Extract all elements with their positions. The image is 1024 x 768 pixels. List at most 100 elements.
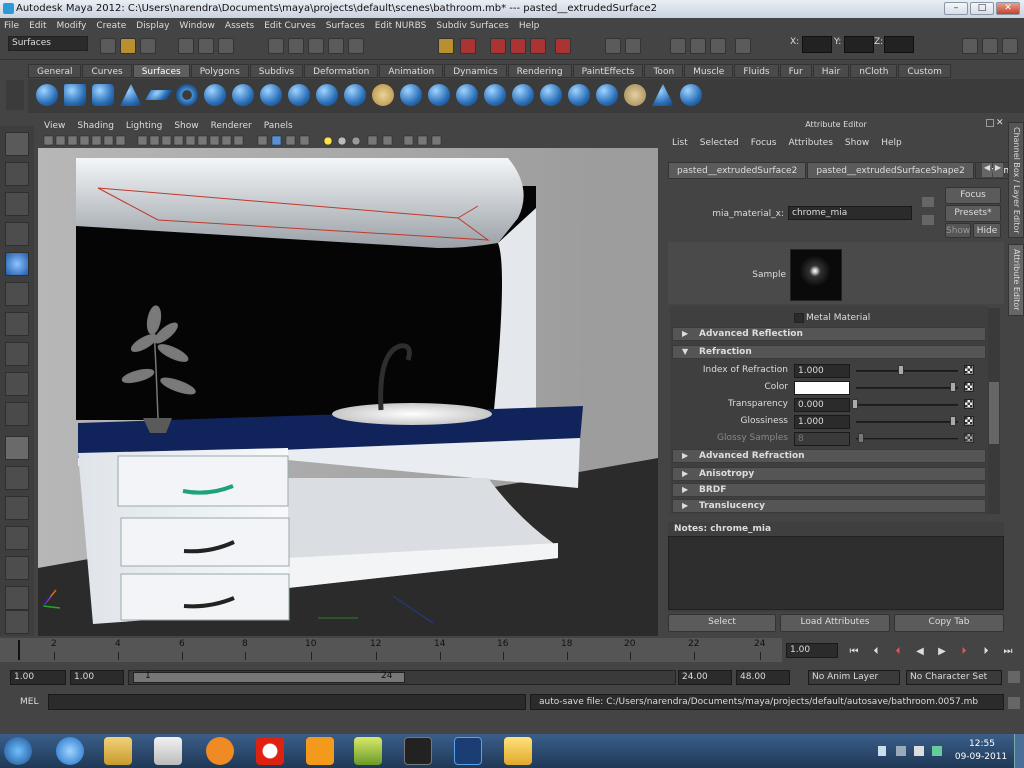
close-button[interactable]: ✕ <box>996 2 1020 15</box>
birail-icon[interactable] <box>344 84 366 106</box>
square-icon[interactable] <box>428 84 450 106</box>
opera-icon[interactable] <box>256 737 284 765</box>
minimize-button[interactable]: – <box>944 2 968 15</box>
shelf-tab-polygons[interactable]: Polygons <box>190 64 249 78</box>
ae-menu-attributes[interactable]: Attributes <box>788 138 832 148</box>
glossy-samples-field[interactable]: 8 <box>794 432 850 446</box>
start-time-field[interactable]: 1.00 <box>10 670 66 685</box>
step-forward-frame-icon[interactable]: ⏵ <box>956 644 972 660</box>
select-component-icon[interactable] <box>218 38 234 54</box>
snap-curve-icon[interactable] <box>288 38 304 54</box>
nurbs-sphere-icon[interactable] <box>36 84 58 106</box>
start-button-icon[interactable] <box>4 737 32 765</box>
glossy-samples-slider-handle[interactable] <box>858 433 864 443</box>
step-back-frame-icon[interactable]: ⏴ <box>890 644 906 660</box>
presets-button[interactable]: Presets* <box>945 205 1001 222</box>
snap-live-icon[interactable] <box>348 38 364 54</box>
lasso-tool-icon[interactable] <box>5 162 29 186</box>
attach-surfaces-icon[interactable] <box>568 84 590 106</box>
anim-layer-dropdown[interactable]: No Anim Layer <box>808 670 900 685</box>
extrude-icon[interactable] <box>316 84 338 106</box>
select-tool-icon[interactable] <box>5 132 29 156</box>
planar-icon[interactable] <box>288 84 310 106</box>
clock-time[interactable]: 12:55 <box>958 739 1006 749</box>
perspective-viewport[interactable] <box>38 148 658 636</box>
show-manip-icon[interactable] <box>5 372 29 396</box>
detach-surfaces-icon[interactable] <box>596 84 618 106</box>
snap-point-icon[interactable] <box>308 38 324 54</box>
glossy-samples-map-icon[interactable] <box>964 433 974 443</box>
transparency-slider-handle[interactable] <box>852 399 858 409</box>
character-set-dropdown[interactable]: No Character Set <box>906 670 1002 685</box>
ui-toggle3-icon[interactable] <box>1002 38 1018 54</box>
ae-tab-surface-shape[interactable]: pasted__extrudedSurfaceShape2 <box>807 162 974 179</box>
render-frame-icon[interactable] <box>490 38 506 54</box>
color-map-icon[interactable] <box>964 382 974 392</box>
ior-map-icon[interactable] <box>964 365 974 375</box>
untrim-icon[interactable] <box>540 84 562 106</box>
section-brdf[interactable]: ▶ BRDF <box>672 483 986 497</box>
persp-outliner-layout-icon[interactable] <box>5 526 29 550</box>
nurbs-cone-icon[interactable] <box>120 84 142 106</box>
menu-edit-curves[interactable]: Edit Curves <box>264 21 316 31</box>
loft-icon[interactable] <box>260 84 282 106</box>
playback-start-field[interactable]: 1.00 <box>70 670 124 685</box>
input-line-icon[interactable] <box>605 38 621 54</box>
menu-surfaces[interactable]: Surfaces <box>326 21 365 31</box>
tab-scroll-left-icon[interactable]: ◀ <box>982 163 992 177</box>
maya-taskbar-icon[interactable] <box>404 737 432 765</box>
go-to-end-icon[interactable]: ⏭ <box>1000 644 1016 660</box>
select-button[interactable]: Select <box>668 614 776 632</box>
material-sample-swatch[interactable] <box>790 249 842 301</box>
save-scene-icon[interactable] <box>140 38 156 54</box>
render-settings-icon[interactable] <box>530 38 546 54</box>
open-scene-icon[interactable] <box>120 38 136 54</box>
snap-plane-icon[interactable] <box>328 38 344 54</box>
rotate-tool-icon[interactable] <box>5 252 29 276</box>
nurbs-cube-icon[interactable] <box>64 84 86 106</box>
ae-float-icon[interactable] <box>986 119 994 127</box>
glossiness-slider-handle[interactable] <box>950 416 956 426</box>
menu-file[interactable]: File <box>4 21 19 31</box>
channel-icon[interactable] <box>670 38 686 54</box>
show-button[interactable]: Show <box>945 223 971 238</box>
scale-tool-icon[interactable] <box>5 282 29 306</box>
nero-icon[interactable] <box>306 737 334 765</box>
section-advanced-refraction[interactable]: ▶ Advanced Refraction <box>672 449 986 463</box>
metal-material-checkbox[interactable] <box>794 313 804 323</box>
rebuild-icon[interactable] <box>624 84 646 106</box>
shelf-tab-fur[interactable]: Fur <box>779 64 812 78</box>
range-slider[interactable]: 1 24 <box>128 670 676 685</box>
copy-tab-button[interactable]: Copy Tab <box>894 614 1004 632</box>
menu-help[interactable]: Help <box>519 21 540 31</box>
step-back-key-icon[interactable]: ⏴ <box>868 644 884 660</box>
nurbs-plane-icon[interactable] <box>145 90 173 100</box>
glossiness-slider-track[interactable] <box>856 421 958 423</box>
nurbs-circle-icon[interactable] <box>204 84 226 106</box>
select-object-icon[interactable] <box>198 38 214 54</box>
menu-edit-nurbs[interactable]: Edit NURBS <box>375 21 427 31</box>
history-icon[interactable] <box>460 38 476 54</box>
menu-window[interactable]: Window <box>179 21 215 31</box>
vp-menu-renderer[interactable]: Renderer <box>211 121 252 131</box>
menu-modify[interactable]: Modify <box>57 21 87 31</box>
shelf-tab-custom[interactable]: Custom <box>898 64 951 78</box>
menu-edit[interactable]: Edit <box>29 21 46 31</box>
shelf-tab-curves[interactable]: Curves <box>82 64 132 78</box>
shelf-tab-toon[interactable]: Toon <box>644 64 684 78</box>
transparency-map-icon[interactable] <box>964 399 974 409</box>
node-name-field[interactable]: chrome_mia <box>788 206 912 220</box>
single-pane-layout-icon[interactable] <box>5 436 29 460</box>
nurbs-cylinder-icon[interactable] <box>92 84 114 106</box>
shelf-tab-ncloth[interactable]: nCloth <box>850 64 898 78</box>
flag-icon[interactable] <box>878 746 886 756</box>
play-forward-icon[interactable]: ▶ <box>934 644 950 660</box>
tray-app-icon[interactable] <box>932 746 942 756</box>
outliner-icon[interactable] <box>625 38 641 54</box>
z-field[interactable] <box>884 36 914 53</box>
go-input-icon[interactable] <box>922 197 934 207</box>
script-editor-icon[interactable] <box>1008 697 1020 709</box>
current-frame-field[interactable]: 1.00 <box>786 643 838 658</box>
graph-layout-icon[interactable] <box>5 556 29 580</box>
load-attributes-button[interactable]: Load Attributes <box>780 614 890 632</box>
